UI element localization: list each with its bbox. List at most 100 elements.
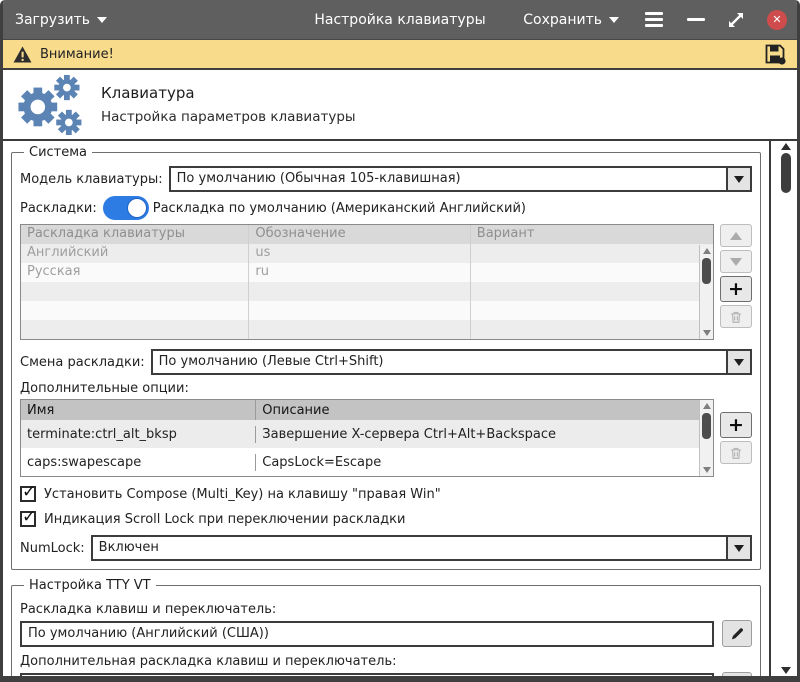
- save-menu-button[interactable]: Сохранить: [521, 8, 621, 32]
- chevron-down-icon: [734, 545, 744, 552]
- cell-option-name: caps:swapescape: [21, 454, 256, 471]
- extra-options-label: Дополнительные опции:: [20, 381, 752, 396]
- tty-alt-keymap-field[interactable]: По умолчанию (Английский (США)): [20, 673, 714, 677]
- numlock-value: Включен: [93, 537, 726, 559]
- save-menu-label: Сохранить: [523, 12, 602, 28]
- layouts-table-zone: Раскладка клавиатуры Обозначение Вариант…: [20, 224, 752, 340]
- warning-icon: [13, 46, 32, 63]
- layout-switch-select[interactable]: По умолчанию (Левые Ctrl+Shift): [151, 349, 752, 375]
- tty-alt-keymap-label: Дополнительная раскладка клавиш и перекл…: [20, 654, 752, 669]
- numlock-select[interactable]: Включен: [91, 535, 752, 561]
- scroll-up-icon[interactable]: [781, 143, 791, 150]
- column-header: Вариант: [471, 225, 713, 245]
- main-scrollbar[interactable]: [778, 141, 795, 676]
- tty-alt-keymap-row: По умолчанию (Английский (США)): [20, 672, 752, 676]
- options-table: Имя Описание terminate:ctrl_alt_bksp Зав…: [20, 399, 714, 477]
- scroll-down-icon[interactable]: [703, 467, 711, 473]
- compose-checkbox-label: Установить Compose (Multi_Key) на клавиш…: [44, 487, 441, 502]
- maximize-icon[interactable]: [727, 11, 745, 29]
- cell-option-name: terminate:ctrl_alt_bksp: [21, 426, 256, 443]
- close-icon[interactable]: ✕: [767, 10, 787, 30]
- system-group-legend: Система: [24, 145, 92, 160]
- tty-keymap-label: Раскладка клавиш и переключатель:: [20, 602, 752, 617]
- keyboard-model-label: Модель клавиатуры:: [20, 172, 163, 187]
- table-scrollbar[interactable]: [699, 245, 713, 339]
- chevron-down-icon: [609, 17, 619, 23]
- column-header: Имя: [21, 400, 256, 420]
- scroll-down-icon[interactable]: [703, 330, 711, 336]
- load-menu-button[interactable]: Загрузить: [13, 8, 109, 32]
- toggle-knob: [127, 198, 147, 218]
- checkbox-checked-icon[interactable]: [20, 486, 36, 502]
- tty-keymap-field[interactable]: По умолчанию (Английский (США)): [20, 621, 714, 647]
- settings-form: Система Модель клавиатуры: По умолчанию …: [3, 141, 771, 676]
- keyboard-model-select[interactable]: По умолчанию (Обычная 105-клавишная): [169, 166, 752, 192]
- scroll-down-icon[interactable]: [781, 667, 791, 674]
- minimize-icon[interactable]: [687, 18, 705, 21]
- tty-keymap-row: По умолчанию (Английский (США)): [20, 620, 752, 647]
- trash-icon: [729, 446, 743, 460]
- default-layout-toggle-label: Раскладка по умолчанию (Американский Анг…: [153, 201, 526, 216]
- scrolllock-checkbox-label: Индикация Scroll Lock при переключении р…: [44, 512, 405, 527]
- table-row-empty: [21, 320, 713, 339]
- scroll-up-icon[interactable]: [703, 248, 711, 254]
- save-file-icon[interactable]: [763, 42, 787, 66]
- warning-label: Внимание!: [40, 47, 114, 62]
- layout-switch-row: Смена раскладки: По умолчанию (Левые Ctr…: [20, 349, 752, 375]
- options-table-header: Имя Описание: [21, 400, 713, 420]
- trash-icon: [729, 310, 743, 324]
- gears-icon: [11, 74, 85, 136]
- add-option-button[interactable]: +: [720, 412, 752, 438]
- column-header: Обозначение: [249, 225, 470, 245]
- cell-layout-name: Английский: [21, 244, 249, 263]
- scrollbar-thumb[interactable]: [702, 413, 711, 439]
- table-scrollbar[interactable]: [699, 400, 713, 476]
- tty-group: Настройка TTY VT Раскладка клавиш и пере…: [11, 578, 761, 676]
- scrolllock-checkbox-row[interactable]: Индикация Scroll Lock при переключении р…: [20, 511, 752, 527]
- cell-layout-code: us: [249, 244, 470, 263]
- cell-layout-code: ru: [249, 263, 470, 282]
- chevron-down-icon: [734, 176, 744, 183]
- hamburger-menu-icon[interactable]: [643, 10, 665, 29]
- options-table-zone: Имя Описание terminate:ctrl_alt_bksp Зав…: [20, 399, 752, 477]
- app-header-text: Клавиатура Настройка параметров клавиату…: [101, 84, 356, 125]
- default-layout-toggle[interactable]: [103, 196, 149, 220]
- table-row[interactable]: terminate:ctrl_alt_bksp Завершение X-сер…: [21, 420, 713, 448]
- options-table-buttons: +: [720, 399, 752, 477]
- table-row: Английский us: [21, 244, 713, 263]
- keyboard-model-value: По умолчанию (Обычная 105-клавишная): [171, 168, 726, 190]
- combo-arrow-button: [726, 537, 750, 559]
- delete-option-button[interactable]: [720, 441, 752, 464]
- scrollbar-thumb[interactable]: [702, 258, 711, 284]
- scroll-up-icon[interactable]: [703, 403, 711, 409]
- pencil-icon: [730, 626, 745, 641]
- layouts-table: Раскладка клавиатуры Обозначение Вариант…: [20, 224, 714, 340]
- layout-switch-value: По умолчанию (Левые Ctrl+Shift): [153, 351, 726, 373]
- compose-checkbox-row[interactable]: Установить Compose (Multi_Key) на клавиш…: [20, 486, 752, 502]
- cell-layout-name: Русская: [21, 263, 249, 282]
- delete-layout-button[interactable]: [720, 305, 752, 328]
- column-header: Описание: [256, 400, 713, 420]
- chevron-down-icon: [734, 359, 744, 366]
- checkbox-checked-icon[interactable]: [20, 511, 36, 527]
- app-header: Клавиатура Настройка параметров клавиату…: [3, 70, 797, 139]
- table-row: Русская ru: [21, 263, 713, 282]
- edit-tty-keymap-button[interactable]: [722, 620, 752, 647]
- combo-arrow-button: [726, 168, 750, 190]
- edit-tty-alt-keymap-button[interactable]: [722, 672, 752, 676]
- content-area: Система Модель клавиатуры: По умолчанию …: [3, 139, 797, 676]
- add-layout-button[interactable]: +: [720, 276, 752, 302]
- cell-layout-variant: [471, 263, 713, 282]
- warning-bar: Внимание!: [3, 40, 797, 70]
- table-row[interactable]: caps:swapescape CapsLock=Escape: [21, 448, 713, 476]
- cell-option-description: CapsLock=Escape: [256, 454, 713, 471]
- cell-option-description: Завершение X-сервера Ctrl+Alt+Backspace: [256, 426, 713, 443]
- layouts-row: Раскладки: Раскладка по умолчанию (Амери…: [20, 196, 752, 220]
- layouts-label: Раскладки:: [20, 201, 97, 216]
- layouts-table-buttons: +: [720, 224, 752, 340]
- layouts-table-header: Раскладка клавиатуры Обозначение Вариант: [21, 225, 713, 244]
- column-header: Раскладка клавиатуры: [21, 225, 249, 245]
- move-up-button[interactable]: [720, 224, 752, 247]
- move-down-button[interactable]: [720, 250, 752, 273]
- scrollbar-thumb[interactable]: [781, 153, 791, 193]
